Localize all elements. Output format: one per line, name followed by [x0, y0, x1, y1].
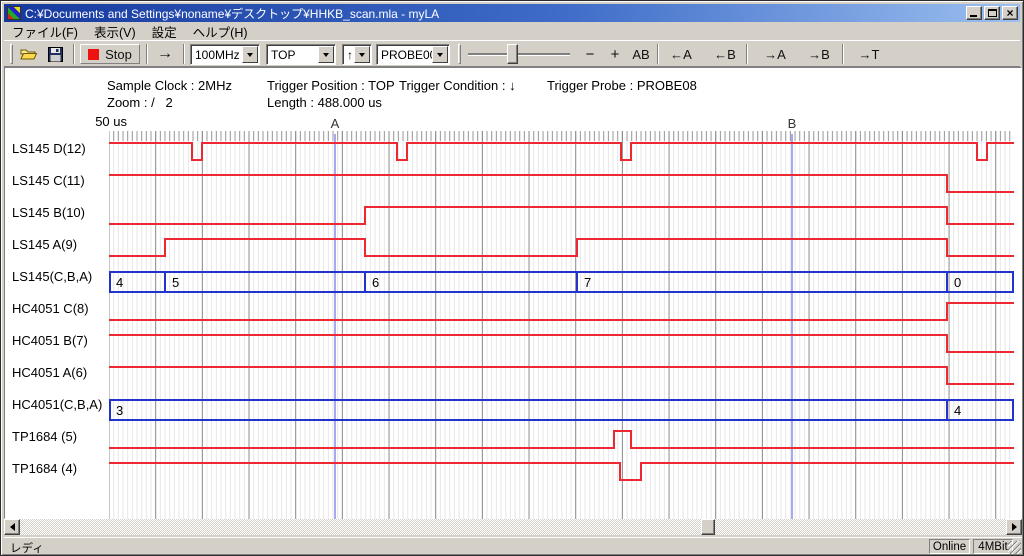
length-text: Length : 488.000 us [267, 95, 382, 110]
marker-b-label: B [788, 116, 797, 131]
toolbar-separator [73, 44, 75, 64]
ab-range-button[interactable]: AB [628, 44, 654, 64]
signal-label: TP1684 (4) [12, 461, 108, 477]
trigger-probe-text: Trigger Probe : PROBE08 [547, 78, 697, 93]
zoom-text: Zoom : / 2 [107, 95, 173, 110]
maximize-icon [988, 9, 997, 17]
slider-handle[interactable] [507, 44, 518, 64]
close-button[interactable]: × [1002, 6, 1018, 20]
signal-label: LS145(C,B,A) [12, 269, 108, 285]
toolbar-separator [146, 44, 148, 64]
bus-value: 3 [116, 403, 123, 418]
save-button[interactable] [44, 44, 66, 64]
slider-track [468, 53, 570, 55]
menu-help[interactable]: ヘルプ(H) [185, 21, 256, 42]
minimize-icon [970, 15, 977, 17]
scroll-left-button[interactable] [4, 519, 20, 535]
bus-value: 5 [172, 275, 179, 290]
stop-icon [88, 49, 99, 60]
signal-label: LS145 D(12) [12, 141, 108, 157]
chevron-down-icon[interactable] [354, 46, 370, 63]
trigger-position-text: Trigger Position : TOP [267, 78, 395, 93]
waveform-view: Sample Clock : 2MHz Trigger Position : T… [4, 67, 1022, 519]
menu-view[interactable]: 表示(V) [86, 21, 144, 42]
bus-value: 0 [954, 275, 961, 290]
status-online-badge: Online [929, 539, 970, 554]
window-title: C:¥Documents and Settings¥noname¥デスクトップ¥… [25, 5, 964, 22]
zoom-in-button[interactable]: + [605, 44, 625, 64]
bus-value: 6 [372, 275, 379, 290]
goto-marker-a-left-button[interactable]: ←A [666, 44, 696, 64]
clock-value: 100MHz [191, 48, 242, 62]
bus-value: 4 [954, 403, 961, 418]
status-ready-text: レディ [10, 540, 44, 556]
trigger-edge-value: ↑ [343, 48, 354, 62]
probe-select[interactable]: PROBE00 [376, 44, 450, 65]
waveform-plot[interactable]: A B 4 5 6 7 0 3 4 [109, 114, 1018, 520]
toolbar: Stop → 100MHz TOP ↑ PROBE00 − + AB ← [4, 40, 1020, 67]
resize-grip[interactable] [1008, 541, 1021, 554]
signal-label: HC4051 B(7) [12, 333, 108, 349]
signal-label: LS145 B(10) [12, 205, 108, 221]
menu-settings[interactable]: 設定 [144, 21, 185, 42]
signal-label: HC4051 A(6) [12, 365, 108, 381]
signal-label: LS145 A(9) [12, 237, 108, 253]
status-memory-badge: 4MBit [973, 539, 1013, 554]
goto-marker-a-right-button[interactable]: →A [760, 44, 790, 64]
marker-a-label: A [331, 116, 340, 131]
toolbar-grip [458, 44, 461, 64]
horizontal-scrollbar[interactable] [4, 519, 1022, 535]
chevron-down-icon[interactable] [242, 46, 258, 63]
scroll-right-button[interactable] [1006, 519, 1022, 535]
trigger-position-value: TOP [267, 48, 318, 62]
bus-value: 4 [116, 275, 123, 290]
probe-value: PROBE00 [377, 48, 432, 62]
signal-label: HC4051 C(8) [12, 301, 108, 317]
stop-label: Stop [105, 47, 132, 62]
minimize-button[interactable] [966, 6, 982, 20]
triangle-left-icon [6, 523, 15, 531]
sample-clock-text: Sample Clock : 2MHz [107, 78, 232, 93]
scrollbar-thumb[interactable] [701, 519, 715, 535]
chevron-down-icon[interactable] [432, 46, 448, 63]
close-icon: × [1003, 5, 1017, 21]
zoom-slider[interactable] [468, 44, 570, 64]
clock-select[interactable]: 100MHz [190, 44, 260, 65]
bus-value: 7 [584, 275, 591, 290]
maximize-button[interactable] [984, 6, 1000, 20]
chevron-down-icon[interactable] [318, 46, 334, 63]
toolbar-separator [183, 44, 185, 64]
trigger-edge-select[interactable]: ↑ [342, 44, 372, 65]
goto-marker-b-left-button[interactable]: ←B [710, 44, 740, 64]
trigger-position-select[interactable]: TOP [266, 44, 336, 65]
signal-labels-column: LS145 D(12) LS145 C(11) LS145 B(10) LS145 A… [5, 68, 109, 518]
toolbar-separator [746, 44, 748, 64]
toolbar-separator [657, 44, 659, 64]
stop-button[interactable]: Stop [80, 44, 140, 64]
run-button[interactable]: → [152, 44, 178, 64]
goto-trigger-button[interactable]: →T [854, 44, 884, 64]
triangle-right-icon [1012, 523, 1021, 531]
trigger-condition-text: Trigger Condition : ↓ [399, 78, 516, 93]
save-floppy-icon [48, 47, 63, 62]
zoom-out-button[interactable]: − [580, 44, 600, 64]
signal-label: TP1684 (5) [12, 429, 108, 445]
toolbar-separator [842, 44, 844, 64]
app-window: C:¥Documents and Settings¥noname¥デスクトップ¥… [0, 0, 1024, 556]
open-folder-icon [20, 47, 38, 61]
menu-file[interactable]: ファイル(F) [4, 21, 86, 42]
signal-label: HC4051(C,B,A) [12, 397, 108, 413]
signal-label: LS145 C(11) [12, 173, 108, 189]
title-bar: C:¥Documents and Settings¥noname¥デスクトップ¥… [4, 4, 1020, 22]
open-file-button[interactable] [18, 44, 40, 64]
status-bar: レディ Online 4MBit [4, 537, 1022, 554]
goto-marker-b-right-button[interactable]: →B [804, 44, 834, 64]
menu-bar: ファイル(F) 表示(V) 設定 ヘルプ(H) [4, 23, 1020, 40]
app-icon [7, 6, 21, 20]
toolbar-grip [10, 44, 13, 64]
